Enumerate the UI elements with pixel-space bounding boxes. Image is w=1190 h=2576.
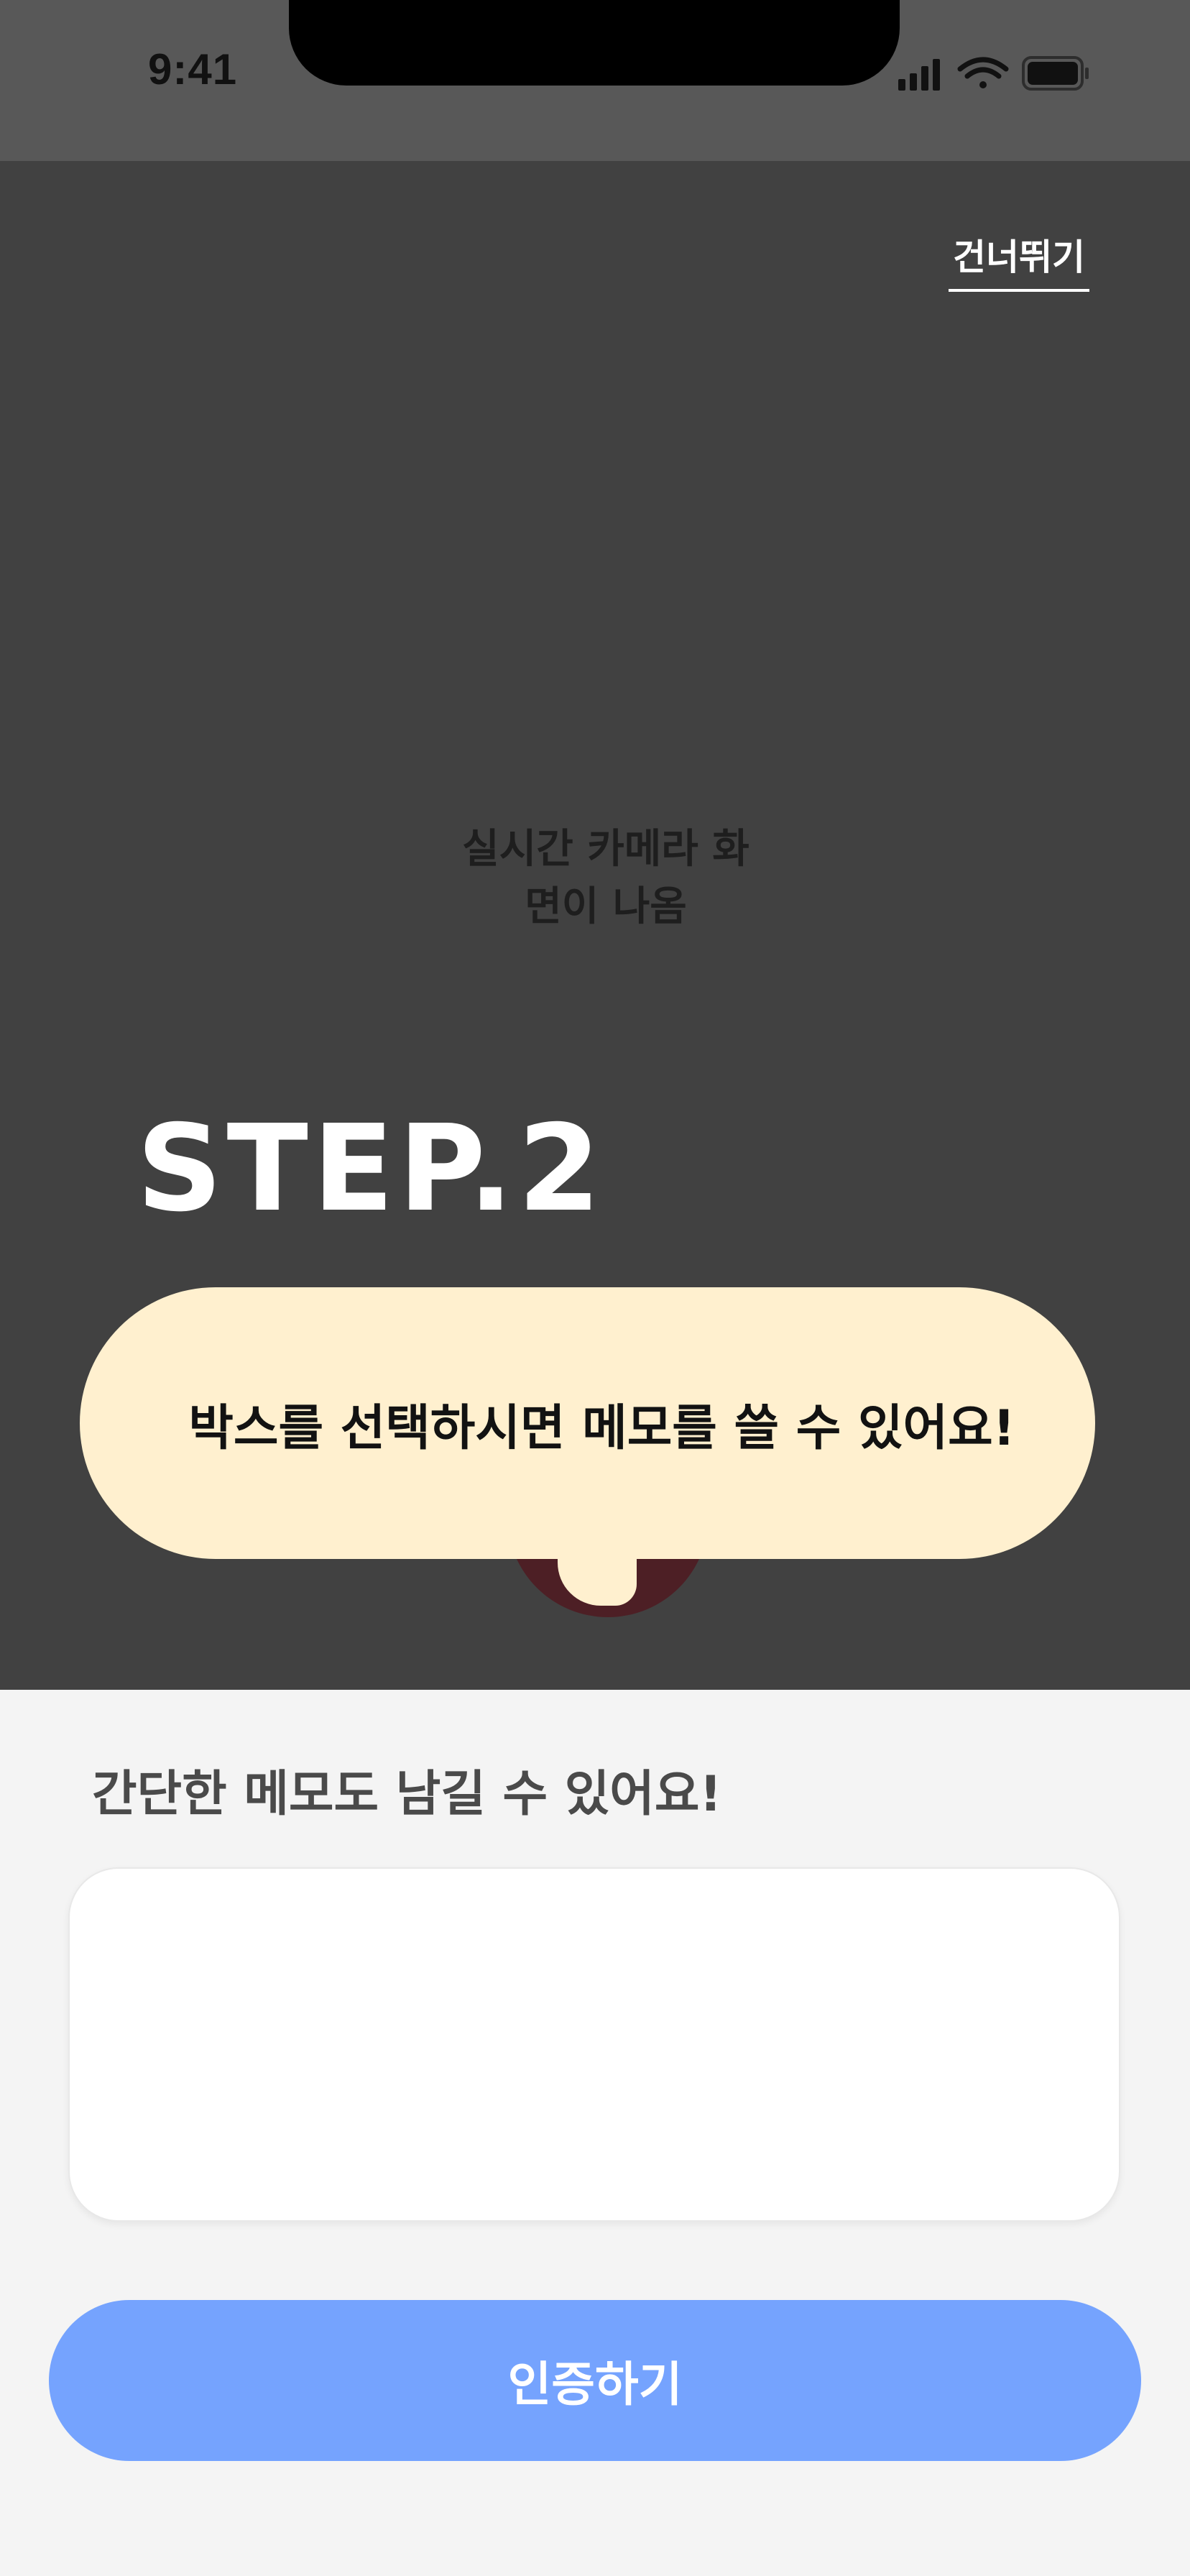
verify-button[interactable]: 인증하기 (49, 2300, 1141, 2461)
battery-icon (1022, 56, 1089, 91)
device-notch (289, 0, 900, 86)
step-title: STEP.2 (137, 1100, 605, 1238)
status-time: 9:41 (148, 45, 238, 93)
tooltip-text: 박스를 선택하시면 메모를 쓸 수 있어요! (188, 1399, 1015, 1457)
camera-placeholder-line: 실시간 카메라 화 (462, 826, 749, 873)
camera-placeholder-text: 실시간 카메라 화 면이 나옴 (402, 821, 809, 936)
skip-button[interactable]: 건너뛰기 (949, 229, 1089, 292)
memo-input[interactable] (68, 1867, 1120, 2222)
app-screen: 9:41 건너뛰기 실시간 카메라 화 면이 나옴 STEP.2 박스를 선택하… (0, 0, 1190, 2576)
camera-placeholder-line: 면이 나옴 (525, 883, 687, 930)
status-bar: 9:41 (0, 0, 1190, 161)
status-icons (898, 56, 1089, 91)
tutorial-tooltip: 박스를 선택하시면 메모를 쓸 수 있어요! (80, 1287, 1095, 1559)
wifi-icon (957, 57, 1009, 88)
signal-icon (898, 59, 940, 91)
memo-label: 간단한 메모도 남길 수 있어요! (92, 1766, 722, 1823)
